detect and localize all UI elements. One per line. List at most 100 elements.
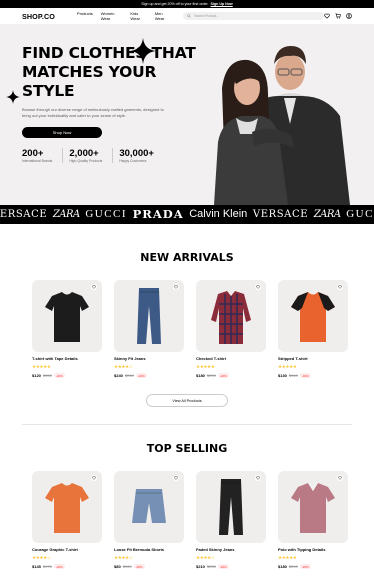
- discount-badge: -20%: [53, 373, 65, 378]
- price-original: $230: [206, 564, 216, 569]
- account-icon[interactable]: [346, 13, 352, 19]
- product-image[interactable]: [114, 280, 184, 352]
- product-name[interactable]: T-shirt with Tape Details: [32, 356, 102, 361]
- new-arrivals-title: NEW ARRIVALS: [140, 251, 234, 264]
- nav-men-wear[interactable]: Men Wear: [155, 11, 171, 21]
- product-name[interactable]: Polo with Tipping Details: [278, 547, 348, 552]
- wishlist-heart-icon[interactable]: [337, 475, 343, 481]
- product-image[interactable]: [278, 471, 348, 543]
- product-photo: [219, 479, 243, 535]
- wishlist-heart-icon[interactable]: [173, 284, 179, 290]
- shop-now-button[interactable]: Shop Now: [22, 127, 102, 138]
- product-price: $80 $100 -20%: [114, 564, 184, 569]
- sparkle-icon: [130, 38, 156, 64]
- stat-products: 2,000+ High-Quality Products: [69, 148, 114, 163]
- price-original: $160: [288, 373, 298, 378]
- product-name[interactable]: Loose Fit Bermuda Shorts: [114, 547, 184, 552]
- product-name[interactable]: Skinny Fit Jeans: [114, 356, 184, 361]
- price-original: $100: [122, 564, 132, 569]
- product-photo: [291, 292, 335, 342]
- discount-badge: -20%: [217, 373, 229, 378]
- brand-logo: GUCCI: [85, 208, 128, 220]
- wishlist-heart-icon[interactable]: [255, 475, 261, 481]
- discount-badge: -20%: [53, 564, 65, 569]
- discount-badge: -20%: [299, 564, 311, 569]
- discount-badge: -30%: [299, 373, 311, 378]
- stat-value: 2,000+: [69, 148, 99, 159]
- product-name[interactable]: Stripped T-shirt: [278, 356, 348, 361]
- product-image[interactable]: [32, 280, 102, 352]
- product-price: $180 $200 -20%: [278, 564, 348, 569]
- brand-strip: VERSACE ZARA GUCCI PRADA Calvin Klein VE…: [0, 205, 374, 224]
- hero-models-image: [214, 46, 350, 205]
- wishlist-heart-icon[interactable]: [337, 284, 343, 290]
- nav-products[interactable]: Products: [77, 11, 93, 21]
- product-image[interactable]: [278, 280, 348, 352]
- product-card[interactable]: Faded Skinny Jeans ★★★★☆ $210 $230 -20%: [196, 471, 266, 569]
- nav-women-wear[interactable]: Women Wear: [101, 11, 123, 21]
- product-name[interactable]: Courage Graphic T-shirt: [32, 547, 102, 552]
- discount-badge: -20%: [217, 564, 229, 569]
- stat-value: 30,000+: [119, 148, 154, 159]
- product-card[interactable]: Stripped T-shirt ★★★★★ $130 $160 -30%: [278, 280, 348, 378]
- product-card[interactable]: T-shirt with Tape Details ★★★★★ $120 $15…: [32, 280, 102, 378]
- product-rating: ★★★★☆: [114, 555, 184, 561]
- hero-description: Browse through our diverse range of meti…: [22, 107, 164, 118]
- product-photo: [45, 292, 89, 342]
- stat-brands: 200+ International Brands: [22, 148, 64, 163]
- search-icon: [187, 14, 192, 18]
- brand-logo: GUCCI: [346, 208, 374, 220]
- price-current: $80: [114, 564, 121, 569]
- star-rating: ★★★★☆: [114, 364, 133, 369]
- product-price: $145 $170 -20%: [32, 564, 102, 569]
- stat-value: 200+: [22, 148, 44, 159]
- discount-badge: -20%: [135, 373, 147, 378]
- product-card[interactable]: Skinny Fit Jeans ★★★★☆ $240 $260 -20%: [114, 280, 184, 378]
- product-rating: ★★★★☆: [32, 555, 102, 561]
- promo-text: Sign up and get 20% off to your first or…: [141, 2, 209, 6]
- promo-bar: Sign up and get 20% off to your first or…: [0, 0, 374, 8]
- new-arrivals-grid: T-shirt with Tape Details ★★★★★ $120 $15…: [32, 280, 350, 378]
- price-original: $260: [124, 373, 134, 378]
- product-photo: [45, 483, 89, 533]
- star-rating: ★★★★★: [278, 364, 297, 369]
- product-card[interactable]: Loose Fit Bermuda Shorts ★★★★☆ $80 $100 …: [114, 471, 184, 569]
- product-rating: ★★★★★: [32, 364, 102, 370]
- wishlist-heart-icon[interactable]: [173, 475, 179, 481]
- site-logo[interactable]: SHOP.CO: [22, 12, 55, 21]
- brand-logo: ZARA: [313, 209, 341, 220]
- nav-kids-wear[interactable]: Kids Wear: [130, 11, 146, 21]
- product-image[interactable]: [196, 280, 266, 352]
- price-original: $170: [42, 564, 52, 569]
- product-photo: [211, 291, 251, 344]
- product-name[interactable]: Faded Skinny Jeans: [196, 547, 266, 552]
- price-current: $240: [114, 373, 123, 378]
- site-header: SHOP.CO Products Women Wear Kids Wear Me…: [0, 8, 374, 24]
- product-image[interactable]: [196, 471, 266, 543]
- product-price: $210 $230 -20%: [196, 564, 266, 569]
- sign-up-link[interactable]: Sign Up Now: [211, 2, 233, 6]
- heart-icon[interactable]: [324, 13, 330, 19]
- brand-logo: VERSACE: [0, 209, 48, 220]
- product-name[interactable]: Checked T-shirt: [196, 356, 266, 361]
- hero-section: FIND CLOTHES THAT MATCHES YOUR STYLE Bro…: [0, 24, 374, 205]
- discount-badge: -20%: [133, 564, 145, 569]
- search-input[interactable]: Search Product...: [183, 12, 324, 20]
- star-rating: ★★★★★: [278, 555, 297, 560]
- product-price: $180 $200 -20%: [196, 373, 266, 378]
- product-card[interactable]: Checked T-shirt ★★★★★ $180 $200 -20%: [196, 280, 266, 378]
- cart-icon[interactable]: [335, 13, 341, 19]
- top-selling-grid: Courage Graphic T-shirt ★★★★☆ $145 $170 …: [32, 471, 350, 569]
- product-image[interactable]: [32, 471, 102, 543]
- product-rating: ★★★★★: [196, 364, 266, 370]
- view-all-button[interactable]: View All Products: [146, 394, 228, 407]
- product-photo: [132, 489, 166, 523]
- wishlist-heart-icon[interactable]: [255, 284, 261, 290]
- product-image[interactable]: [114, 471, 184, 543]
- wishlist-heart-icon[interactable]: [91, 475, 97, 481]
- product-rating: ★★★★☆: [114, 364, 184, 370]
- wishlist-heart-icon[interactable]: [91, 284, 97, 290]
- product-card[interactable]: Courage Graphic T-shirt ★★★★☆ $145 $170 …: [32, 471, 102, 569]
- search-placeholder: Search Product...: [194, 14, 219, 18]
- product-card[interactable]: Polo with Tipping Details ★★★★★ $180 $20…: [278, 471, 348, 569]
